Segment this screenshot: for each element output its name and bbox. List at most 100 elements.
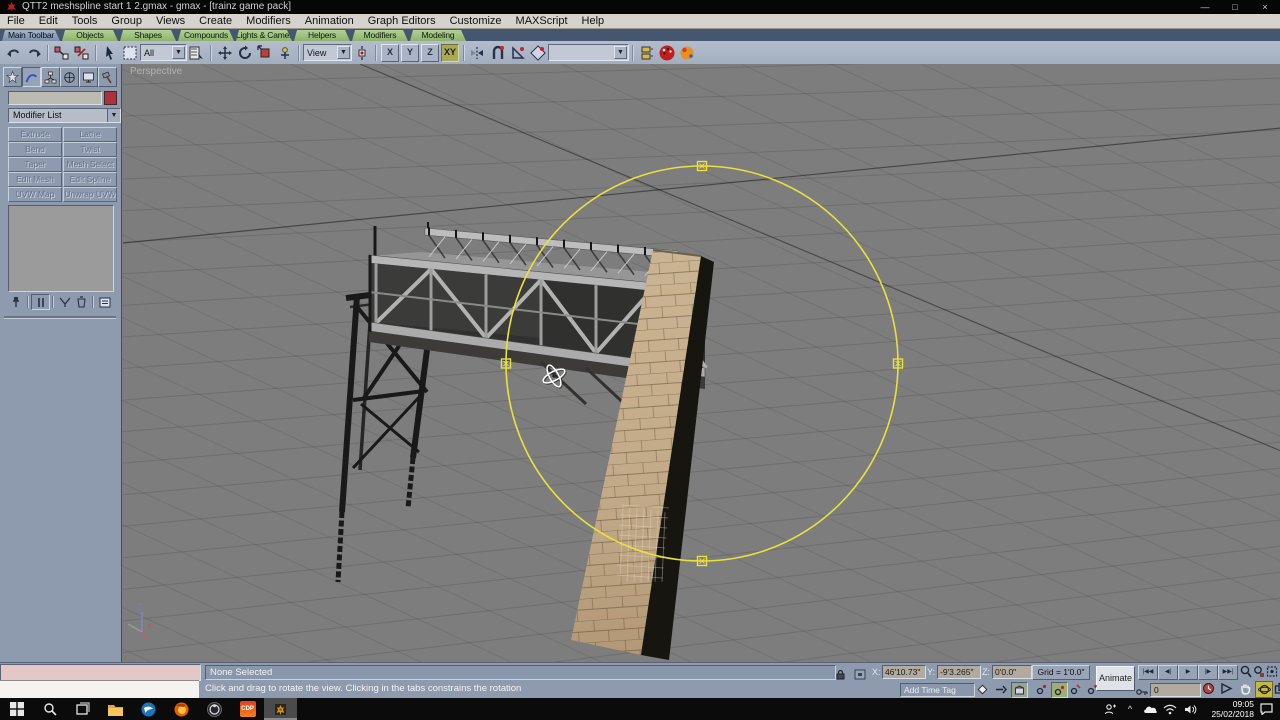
- dropdown-arrow-icon[interactable]: ▼: [107, 109, 120, 122]
- percent-snap-icon[interactable]: [529, 44, 547, 62]
- material-editor-icon[interactable]: [658, 44, 676, 62]
- utilities-tab[interactable]: [98, 67, 117, 87]
- coord-z-field[interactable]: 0'0.0": [992, 665, 1032, 679]
- rotation-key-icon[interactable]: [1051, 682, 1068, 698]
- volume-icon[interactable]: [1180, 698, 1200, 720]
- tab-modifiers[interactable]: Modifiers: [352, 30, 408, 41]
- menu-file[interactable]: File: [0, 15, 32, 27]
- time-slider[interactable]: [0, 664, 201, 681]
- modify-tab[interactable]: [22, 67, 41, 87]
- object-name-field[interactable]: [8, 91, 102, 105]
- object-color-swatch[interactable]: [104, 91, 117, 105]
- next-frame-button[interactable]: |▶: [1198, 665, 1218, 680]
- minimize-button[interactable]: —: [1192, 0, 1218, 14]
- field-of-view-icon[interactable]: [1218, 681, 1234, 696]
- mirror-icon[interactable]: [469, 44, 487, 62]
- remove-modifier-icon[interactable]: [73, 295, 90, 309]
- menu-group[interactable]: Group: [104, 15, 149, 27]
- display-tab[interactable]: [79, 67, 98, 87]
- dropdown-arrow-icon[interactable]: ▼: [614, 46, 627, 59]
- position-key-icon[interactable]: [1034, 682, 1049, 696]
- restrict-z-button[interactable]: Z: [421, 43, 439, 62]
- menu-help[interactable]: Help: [575, 15, 612, 27]
- gmax-taskbar-icon[interactable]: [264, 698, 297, 720]
- menu-modifiers[interactable]: Modifiers: [239, 15, 298, 27]
- current-frame-field[interactable]: 0: [1150, 683, 1201, 697]
- modifier-button-unwrap-uvw[interactable]: Unwrap UVW: [63, 187, 117, 202]
- show-end-result-icon[interactable]: [31, 294, 50, 310]
- select-and-move-icon[interactable]: [216, 44, 234, 62]
- configure-modifier-sets-icon[interactable]: [96, 295, 113, 309]
- tab-objects[interactable]: Objects: [62, 30, 118, 41]
- snaps-toggle-icon[interactable]: [489, 44, 507, 62]
- tab-compounds[interactable]: Compounds: [178, 30, 234, 41]
- modifier-list-dropdown[interactable]: Modifier List ▼: [8, 108, 121, 123]
- time-follow-icon[interactable]: [993, 682, 1008, 696]
- hierarchy-tab[interactable]: [41, 67, 60, 87]
- dropdown-arrow-icon[interactable]: ▼: [172, 46, 185, 59]
- named-selection-dropdown[interactable]: ▼: [548, 44, 629, 61]
- parameter-key-icon[interactable]: [1085, 682, 1100, 696]
- modifier-button-edit-spline[interactable]: Edit Spline: [63, 172, 117, 187]
- start-button[interactable]: [0, 698, 33, 720]
- key-mode-icon[interactable]: [1011, 682, 1028, 698]
- dropdown-arrow-icon[interactable]: ▼: [337, 46, 350, 59]
- select-by-name-icon[interactable]: [188, 44, 206, 62]
- modifier-stack-list[interactable]: [8, 205, 114, 292]
- select-and-rotate-icon[interactable]: [236, 44, 254, 62]
- restrict-xy-plane-button[interactable]: XY: [441, 43, 459, 62]
- previous-frame-button[interactable]: ◀|: [1158, 665, 1178, 680]
- redo-icon[interactable]: [25, 44, 43, 62]
- angle-snap-icon[interactable]: [509, 44, 527, 62]
- thunderbird-icon[interactable]: [132, 698, 165, 720]
- track-bar[interactable]: [0, 680, 199, 699]
- select-and-manipulate-icon[interactable]: [276, 44, 294, 62]
- modifier-button-lathe[interactable]: Lathe: [63, 127, 117, 142]
- play-button[interactable]: ▶: [1178, 665, 1198, 680]
- animate-button[interactable]: Animate: [1096, 666, 1135, 691]
- modifier-button-twist[interactable]: Twist: [63, 142, 117, 157]
- selection-filter-dropdown[interactable]: All ▼: [140, 44, 187, 61]
- go-to-end-button[interactable]: ▶▶|: [1218, 665, 1238, 680]
- key-diamond-icon[interactable]: [975, 682, 990, 696]
- task-view-icon[interactable]: [66, 698, 99, 720]
- select-and-scale-icon[interactable]: [256, 44, 274, 62]
- unlink-icon[interactable]: [73, 44, 91, 62]
- tab-shapes[interactable]: Shapes: [120, 30, 176, 41]
- motion-tab[interactable]: [60, 67, 79, 87]
- menu-tools[interactable]: Tools: [65, 15, 105, 27]
- select-object-icon[interactable]: [101, 44, 119, 62]
- modifier-button-mesh-select[interactable]: Mesh Select: [63, 157, 117, 172]
- create-tab[interactable]: [3, 67, 22, 87]
- menu-graph-editors[interactable]: Graph Editors: [361, 15, 443, 27]
- tray-chevron-icon[interactable]: ^: [1120, 698, 1140, 720]
- use-pivot-center-icon[interactable]: [353, 44, 371, 62]
- modifier-button-extrude[interactable]: Extrude: [8, 127, 62, 142]
- cdp-icon[interactable]: CDP: [231, 698, 264, 720]
- menu-animation[interactable]: Animation: [298, 15, 361, 27]
- title-bar[interactable]: QTT2 meshspline start 1 2.gmax - gmax - …: [0, 0, 1280, 14]
- tab-main-toolbar[interactable]: Main Toolbar: [2, 30, 60, 41]
- menu-views[interactable]: Views: [149, 15, 192, 27]
- min-max-toggle-icon[interactable]: [1272, 681, 1280, 696]
- obs-icon[interactable]: [198, 698, 231, 720]
- perspective-viewport[interactable]: Z Y x: [0, 51, 1280, 720]
- make-unique-icon[interactable]: [56, 295, 73, 309]
- add-time-tag-field[interactable]: Add Time Tag: [900, 683, 975, 697]
- people-icon[interactable]: [1100, 698, 1120, 720]
- arc-rotate-icon[interactable]: [1255, 681, 1273, 698]
- modifier-button-uvw-map[interactable]: UVW Map: [8, 187, 62, 202]
- modifier-button-edit-mesh[interactable]: Edit Mesh: [8, 172, 62, 187]
- tab-helpers[interactable]: Helpers: [294, 30, 350, 41]
- wifi-icon[interactable]: [1160, 698, 1180, 720]
- menu-maxscript[interactable]: MAXScript: [509, 15, 575, 27]
- close-button[interactable]: ×: [1252, 0, 1278, 14]
- action-center-icon[interactable]: [1256, 698, 1276, 720]
- track-view-icon[interactable]: [638, 44, 656, 62]
- taskbar-clock[interactable]: 09:05 25/02/2018: [1202, 699, 1254, 719]
- tab-lights-cameras[interactable]: Lights & Cameras: [236, 30, 292, 41]
- coord-y-field[interactable]: -9'3.265": [937, 665, 981, 679]
- scale-key-icon[interactable]: [1068, 682, 1083, 696]
- menu-create[interactable]: Create: [192, 15, 239, 27]
- maximize-button[interactable]: □: [1222, 0, 1248, 14]
